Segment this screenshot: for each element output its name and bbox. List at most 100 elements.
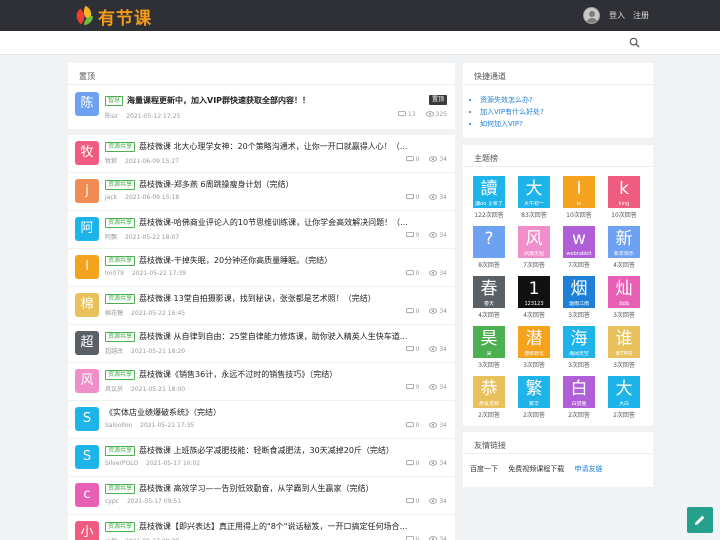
avatar[interactable]: l: [75, 255, 99, 279]
leader-avatar[interactable]: w webrabbit: [563, 226, 595, 258]
leader-tile[interactable]: 大 大牛初一 83次回答: [518, 176, 550, 219]
post-author[interactable]: 牧狼: [105, 158, 117, 165]
leader-avatar[interactable]: 繁 繁华: [518, 376, 550, 408]
leader-tile[interactable]: 白 白鸽鱼 2次回答: [563, 376, 595, 419]
avatar[interactable]: 阿: [75, 217, 99, 241]
avatar[interactable]: 牧: [75, 141, 99, 165]
leader-avatar[interactable]: 海 海阔天空: [563, 326, 595, 358]
post-row[interactable]: 阿 资源共享 荔枝微课-哈佛商业评论人的10节思维训练课，让你学会高效解决问题！（…: [68, 211, 455, 249]
leader-avatar[interactable]: k king: [608, 176, 640, 208]
leader-tile[interactable]: w webrabbit 7次回答: [563, 226, 595, 269]
post-author[interactable]: SilverPOLO: [105, 460, 138, 467]
post-title-text[interactable]: 荔枝微课 从自律到自由：25堂自律能力修炼课，助你驶入精英人生快车道...: [139, 332, 407, 341]
post-author[interactable]: jack: [105, 194, 117, 201]
leader-tile[interactable]: 新 新年快乐 4次回答: [608, 226, 640, 269]
leader-avatar[interactable]: 春 春天: [473, 276, 505, 308]
leader-tile[interactable]: 昊 昊 3次回答: [473, 326, 505, 369]
post-title[interactable]: 资源共享 荔枝微课 北大心理学女神：20个策略沟通术，让你一开口就赢得人心！（..…: [105, 141, 415, 152]
avatar[interactable]: 超: [75, 331, 99, 355]
leader-tile[interactable]: l lx 10次回答: [563, 176, 595, 219]
leader-avatar[interactable]: 讀 讀oo 彡累了: [473, 176, 505, 208]
leader-tile[interactable]: 谁 谁TM买 3次回答: [608, 326, 640, 369]
leader-tile[interactable]: 烟 烟雨江南 3次回答: [563, 276, 595, 319]
new-post-button[interactable]: [687, 507, 713, 533]
leader-avatar[interactable]: 大 大牛初一: [518, 176, 550, 208]
post-row[interactable]: l 资源共享 荔枝微课-干掉失眠，20分钟还你高质量睡眠。（完结） lm079 20…: [68, 249, 455, 287]
friend-link-baidu[interactable]: 百度一下: [470, 465, 498, 473]
apply-link-button[interactable]: 申请友链: [574, 465, 602, 473]
post-title[interactable]: 资源共享 荔枝微课-哈佛商业评论人的10节思维训练课，让你学会高效解决问题！（..…: [105, 217, 415, 228]
leader-avatar[interactable]: 大 大白: [608, 376, 640, 408]
post-row[interactable]: 牧 资源共享 荔枝微课 北大心理学女神：20个策略沟通术，让你一开口就赢得人心！（…: [68, 135, 455, 173]
post-author[interactable]: lm079: [105, 270, 124, 277]
post-author[interactable]: 阿飘: [105, 234, 117, 241]
user-avatar-icon[interactable]: [583, 7, 600, 24]
leader-avatar[interactable]: 昊 昊: [473, 326, 505, 358]
post-title[interactable]: 资源共享 荔枝微课 高效学习——告别低效勤奋，从学霸到人生赢家（完结）: [105, 483, 415, 494]
leader-avatar[interactable]: 恭 恭喜发财: [473, 376, 505, 408]
leader-tile[interactable]: 讀 讀oo 彡累了 122次回答: [473, 176, 505, 219]
post-title[interactable]: 《实体店业绩爆破系统》（完结）: [105, 407, 415, 418]
leader-tile[interactable]: ? 8次回答: [473, 226, 505, 269]
leader-tile[interactable]: 灿 灿灿 3次回答: [608, 276, 640, 319]
register-link[interactable]: 注册: [633, 10, 649, 21]
leader-tile[interactable]: 繁 繁华 2次回答: [518, 376, 550, 419]
post-title[interactable]: 资源共享 荔枝微课-干掉失眠，20分钟还你高质量睡眠。（完结）: [105, 255, 415, 266]
leader-avatar[interactable]: 风 风雨无阻: [518, 226, 550, 258]
post-title-text[interactable]: 《实体店业绩爆破系统》（完结）: [105, 408, 221, 417]
search-icon[interactable]: [629, 37, 640, 48]
leader-tile[interactable]: 恭 恭喜发财 2次回答: [473, 376, 505, 419]
post-author[interactable]: 棉花糖: [105, 310, 123, 317]
avatar[interactable]: 陈: [75, 92, 99, 116]
post-title-text[interactable]: 荔枝微课-哈佛商业评论人的10节思维训练课，让你学会高效解决问题！（...: [139, 218, 408, 227]
post-title-text[interactable]: 荔枝微课【即兴表达】真正用得上的"8个"说话秘笈，一开口搞定任何场合（...: [139, 522, 415, 531]
leader-tile[interactable]: 1 123123 4次回答: [518, 276, 550, 319]
pinned-title-text[interactable]: 海量课程更新中，加入VIP群快速获取全部内容！！: [127, 96, 310, 105]
post-title-text[interactable]: 荔枝微课 13堂自拍摄影课，找到秘诀，张张都是艺术照！（完结）: [139, 294, 376, 303]
post-author[interactable]: Saloolloo: [105, 422, 132, 429]
leader-avatar[interactable]: 谁 谁TM买: [608, 326, 640, 358]
leader-avatar[interactable]: ?: [473, 226, 505, 258]
post-row[interactable]: 超 资源共享 荔枝微课 从自律到自由：25堂自律能力修炼课，助你驶入精英人生快车道…: [68, 325, 455, 363]
post-author[interactable]: 风议员: [105, 386, 123, 393]
post-row[interactable]: 棉 资源共享 荔枝微课 13堂自拍摄影课，找到秘诀，张张都是艺术照！（完结） 棉花…: [68, 287, 455, 325]
post-title-text[interactable]: 荔枝微课 高效学习——告别低效勤奋，从学霸到人生赢家（完结）: [139, 484, 374, 493]
post-title-text[interactable]: 荔枝微课 北大心理学女神：20个策略沟通术，让你一开口就赢得人心！（...: [139, 142, 407, 151]
post-title[interactable]: 资源共享 荔枝微课 13堂自拍摄影课，找到秘诀，张张都是艺术照！（完结）: [105, 293, 415, 304]
leader-avatar[interactable]: 白 白鸽鱼: [563, 376, 595, 408]
post-row[interactable]: S 《实体店业绩爆破系统》（完结） Saloolloo 2021-05-21 17…: [68, 401, 455, 439]
avatar[interactable]: 风: [75, 369, 99, 393]
leader-tile[interactable]: 风 风雨无阻 7次回答: [518, 226, 550, 269]
leader-avatar[interactable]: 潜 潜移默化: [518, 326, 550, 358]
post-title-text[interactable]: 荔枝微课-郑多燕 6周跳操瘦身计划（完结）: [139, 180, 294, 189]
post-author[interactable]: 超越改: [105, 348, 123, 355]
avatar[interactable]: S: [75, 407, 99, 431]
pinned-post[interactable]: 陈 智慧 海量课程更新中，加入VIP群快速获取全部内容！！ 陈sir 2021-05…: [68, 85, 455, 127]
post-title-text[interactable]: 荔枝微课《销售36计，永远不过时的销售技巧》（完结）: [139, 370, 337, 379]
pinned-post-title[interactable]: 智慧 海量课程更新中，加入VIP群快速获取全部内容！！: [105, 95, 310, 106]
quick-link-vip-benefits[interactable]: 加入VIP有什么好处?: [480, 106, 653, 118]
post-row[interactable]: S 资源共享 荔枝微课 上班族必学减肥技能：轻断食减肥法，30天减掉20斤（完结）…: [68, 439, 455, 477]
post-title[interactable]: 资源共享 荔枝微课 从自律到自由：25堂自律能力修炼课，助你驶入精英人生快车道..…: [105, 331, 415, 342]
post-row[interactable]: 小 资源共享 荔枝微课【即兴表达】真正用得上的"8个"说话秘笈，一开口搞定任何场合…: [68, 515, 455, 540]
leader-tile[interactable]: 海 海阔天空 3次回答: [563, 326, 595, 369]
leader-tile[interactable]: 潜 潜移默化 3次回答: [518, 326, 550, 369]
friend-link-free-video[interactable]: 免费视频课程下载: [508, 465, 564, 473]
post-row[interactable]: c 资源共享 荔枝微课 高效学习——告别低效勤奋，从学霸到人生赢家（完结） cyp…: [68, 477, 455, 515]
avatar[interactable]: c: [75, 483, 99, 507]
leader-avatar[interactable]: 烟 烟雨江南: [563, 276, 595, 308]
quick-link-invalid[interactable]: 资源失效怎么办?: [480, 94, 653, 106]
leader-tile[interactable]: 春 春天 4次回答: [473, 276, 505, 319]
leader-avatar[interactable]: 灿 灿灿: [608, 276, 640, 308]
post-row[interactable]: j 资源共享 荔枝微课-郑多燕 6周跳操瘦身计划（完结） jack 2021-06-…: [68, 173, 455, 211]
post-title[interactable]: 资源共享 荔枝微课《销售36计，永远不过时的销售技巧》（完结）: [105, 369, 415, 380]
post-title-text[interactable]: 荔枝微课-干掉失眠，20分钟还你高质量睡眠。（完结）: [139, 256, 332, 265]
leader-avatar[interactable]: 新 新年快乐: [608, 226, 640, 258]
post-title[interactable]: 资源共享 荔枝微课【即兴表达】真正用得上的"8个"说话秘笈，一开口搞定任何场合（.…: [105, 521, 415, 532]
login-link[interactable]: 登入: [609, 10, 625, 21]
avatar[interactable]: j: [75, 179, 99, 203]
post-title[interactable]: 资源共享 荔枝微课-郑多燕 6周跳操瘦身计划（完结）: [105, 179, 415, 190]
post-row[interactable]: 风 资源共享 荔枝微课《销售36计，永远不过时的销售技巧》（完结） 风议员 2021…: [68, 363, 455, 401]
avatar[interactable]: S: [75, 445, 99, 469]
post-author[interactable]: 陈sir: [105, 113, 118, 120]
